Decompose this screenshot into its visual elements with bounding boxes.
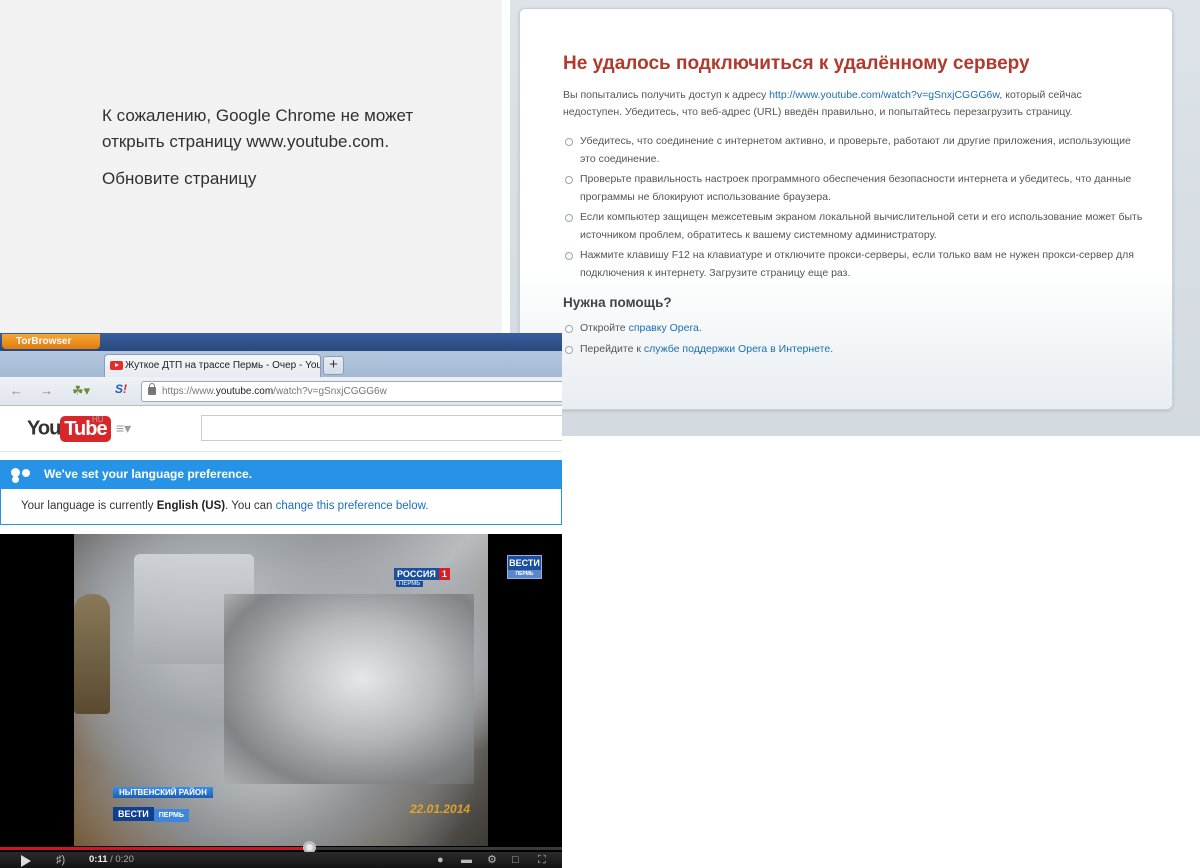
back-arrow-icon[interactable]: ← xyxy=(10,383,23,398)
time-current: 0:11 xyxy=(89,854,108,865)
channel-logo-number: 1 xyxy=(438,568,450,580)
settings-gear-icon[interactable]: ⚙ xyxy=(487,853,497,867)
change-language-link[interactable]: change this preference below. xyxy=(276,500,429,512)
opera-tip: Нажмите клавишу F12 на клавиатуре и откл… xyxy=(563,247,1143,282)
navigation-toolbar: ← → ☘▾ S! https://www.youtube.com/watch?… xyxy=(0,377,562,406)
opera-help-item: Откройте справку Opera. xyxy=(563,320,1143,337)
vesti-logo-region: ПЕРМЬ xyxy=(508,570,541,578)
opera-help-title: Нужна помощь? xyxy=(563,295,672,310)
help-text: Откройте xyxy=(580,322,629,334)
url-path: /watch?v=gSnxjCGGG6w xyxy=(273,386,387,397)
channel-logo-name: РОССИЯ xyxy=(394,568,439,580)
failed-url-link[interactable]: http://www.youtube.com/watch?v=gSnxjCGGG… xyxy=(769,89,999,101)
opera-help-link[interactable]: справку Opera xyxy=(629,322,699,334)
guide-menu-icon[interactable]: ≡▾ xyxy=(116,420,131,437)
play-icon[interactable] xyxy=(21,855,31,867)
intro-text: Вы попытались получить доступ к адресу xyxy=(563,89,770,101)
forward-arrow-icon[interactable]: → xyxy=(40,383,53,398)
logo-you-text: You xyxy=(27,417,61,440)
people-icon xyxy=(11,468,33,481)
video-scene-car xyxy=(224,594,474,784)
url-host: youtube.com xyxy=(215,386,274,397)
progress-bar[interactable] xyxy=(0,847,562,850)
screenshot-canvas: К сожалению, Google Chrome не может откр… xyxy=(0,0,1200,868)
new-tab-button[interactable]: + xyxy=(323,356,344,375)
opera-tip: Проверьте правильность настроек программ… xyxy=(563,171,1143,206)
vesti-caption-region: ПЕРМЬ xyxy=(153,809,189,822)
noscript-icon[interactable]: S! xyxy=(115,382,127,396)
region-label: HU xyxy=(92,415,104,424)
vesti-caption: ВЕСТИ ПЕРМЬ xyxy=(113,804,189,822)
player-controls: ♯) 0:11 / 0:20 ● ▬ ⚙ □ ⛶ xyxy=(0,852,562,868)
info-icon[interactable]: ● xyxy=(437,853,444,867)
time-total: / 0:20 xyxy=(107,854,134,865)
video-date-stamp: 22.01.2014 xyxy=(410,802,471,816)
window-titlebar: TorBrowser xyxy=(0,333,562,351)
help-text-end: . xyxy=(830,343,834,355)
theater-mode-icon[interactable]: □ xyxy=(512,853,519,867)
youtube-header: You Tube HU ≡▾ xyxy=(0,406,562,452)
opera-help-item: Перейдите к службе поддержки Opera в Инт… xyxy=(563,341,1143,358)
youtube-search-input[interactable] xyxy=(201,415,562,441)
help-text: Перейдите к xyxy=(580,343,644,355)
opera-error-card: Не удалось подключиться к удалённому сер… xyxy=(519,8,1173,410)
chrome-reload-link[interactable]: Обновите страницу xyxy=(102,169,256,189)
current-language: English (US) xyxy=(156,500,226,512)
captions-icon[interactable]: ▬ xyxy=(461,853,472,867)
opera-tip: Убедитесь, что соединение с интернетом а… xyxy=(563,133,1143,168)
opera-help-list: Откройте справку Opera. Перейдите к служ… xyxy=(563,320,1143,362)
language-text-mid: . You can xyxy=(225,500,276,512)
video-scene-person xyxy=(74,594,110,714)
opera-tips-list: Убедитесь, что соединение с интернетом а… xyxy=(563,133,1143,285)
url-bar[interactable]: https://www.youtube.com/watch?v=gSnxjCGG… xyxy=(141,381,562,402)
lock-icon xyxy=(148,383,156,395)
vesti-caption-name: ВЕСТИ xyxy=(113,807,154,821)
video-frame[interactable] xyxy=(74,534,488,846)
tab-youtube-video[interactable]: Жуткое ДТП на трассе Пермь - Очер - You.… xyxy=(104,354,321,377)
help-text-end: . xyxy=(698,322,702,334)
language-notice-banner: We've set your language preference. xyxy=(0,460,562,489)
channel-logo: РОССИЯ 1 xyxy=(394,564,456,580)
opera-error-title: Не удалось подключиться к удалённому сер… xyxy=(563,53,1030,74)
tab-title: Жуткое ДТП на трассе Пермь - Очер - You.… xyxy=(125,360,321,371)
video-player[interactable]: РОССИЯ 1 ПЕРМЬ ВЕСТИ ПЕРМЬ НЫТВЕНСКИЙ РАЙ… xyxy=(0,534,562,868)
tor-browser-window: TorBrowser Жуткое ДТП на трассе Пермь - … xyxy=(0,333,562,868)
opera-support-link[interactable]: службе поддержки Opera в Интернете xyxy=(644,343,830,355)
channel-region: ПЕРМЬ xyxy=(396,581,424,587)
vesti-logo-text: ВЕСТИ xyxy=(509,558,540,568)
progress-fill xyxy=(0,847,310,850)
chrome-error-panel: К сожалению, Google Chrome не может откр… xyxy=(0,0,502,333)
language-notice-body: Your language is currently English (US).… xyxy=(0,489,562,525)
location-caption: НЫТВЕНСКИЙ РАЙОН xyxy=(113,787,213,798)
opera-error-intro: Вы попытались получить доступ к адресу h… xyxy=(563,87,1143,121)
vesti-logo: ВЕСТИ ПЕРМЬ xyxy=(507,555,542,579)
tab-strip: Жуткое ДТП на трассе Пермь - Очер - You.… xyxy=(0,351,562,377)
opera-tip: Если компьютер защищен межсетевым экрано… xyxy=(563,209,1143,244)
volume-icon[interactable]: ♯) xyxy=(56,854,65,867)
language-text: Your language is currently xyxy=(21,500,157,512)
tor-browser-menu-button[interactable]: TorBrowser xyxy=(2,334,100,349)
fullscreen-icon[interactable]: ⛶ xyxy=(538,853,546,867)
tor-onion-icon[interactable]: ☘▾ xyxy=(72,383,90,399)
chrome-error-message: К сожалению, Google Chrome не может откр… xyxy=(102,106,414,151)
youtube-favicon-icon xyxy=(110,361,123,370)
time-display: 0:11 / 0:20 xyxy=(89,853,134,867)
language-banner-text: We've set your language preference. xyxy=(44,467,253,481)
url-prefix: https://www. xyxy=(162,386,216,397)
